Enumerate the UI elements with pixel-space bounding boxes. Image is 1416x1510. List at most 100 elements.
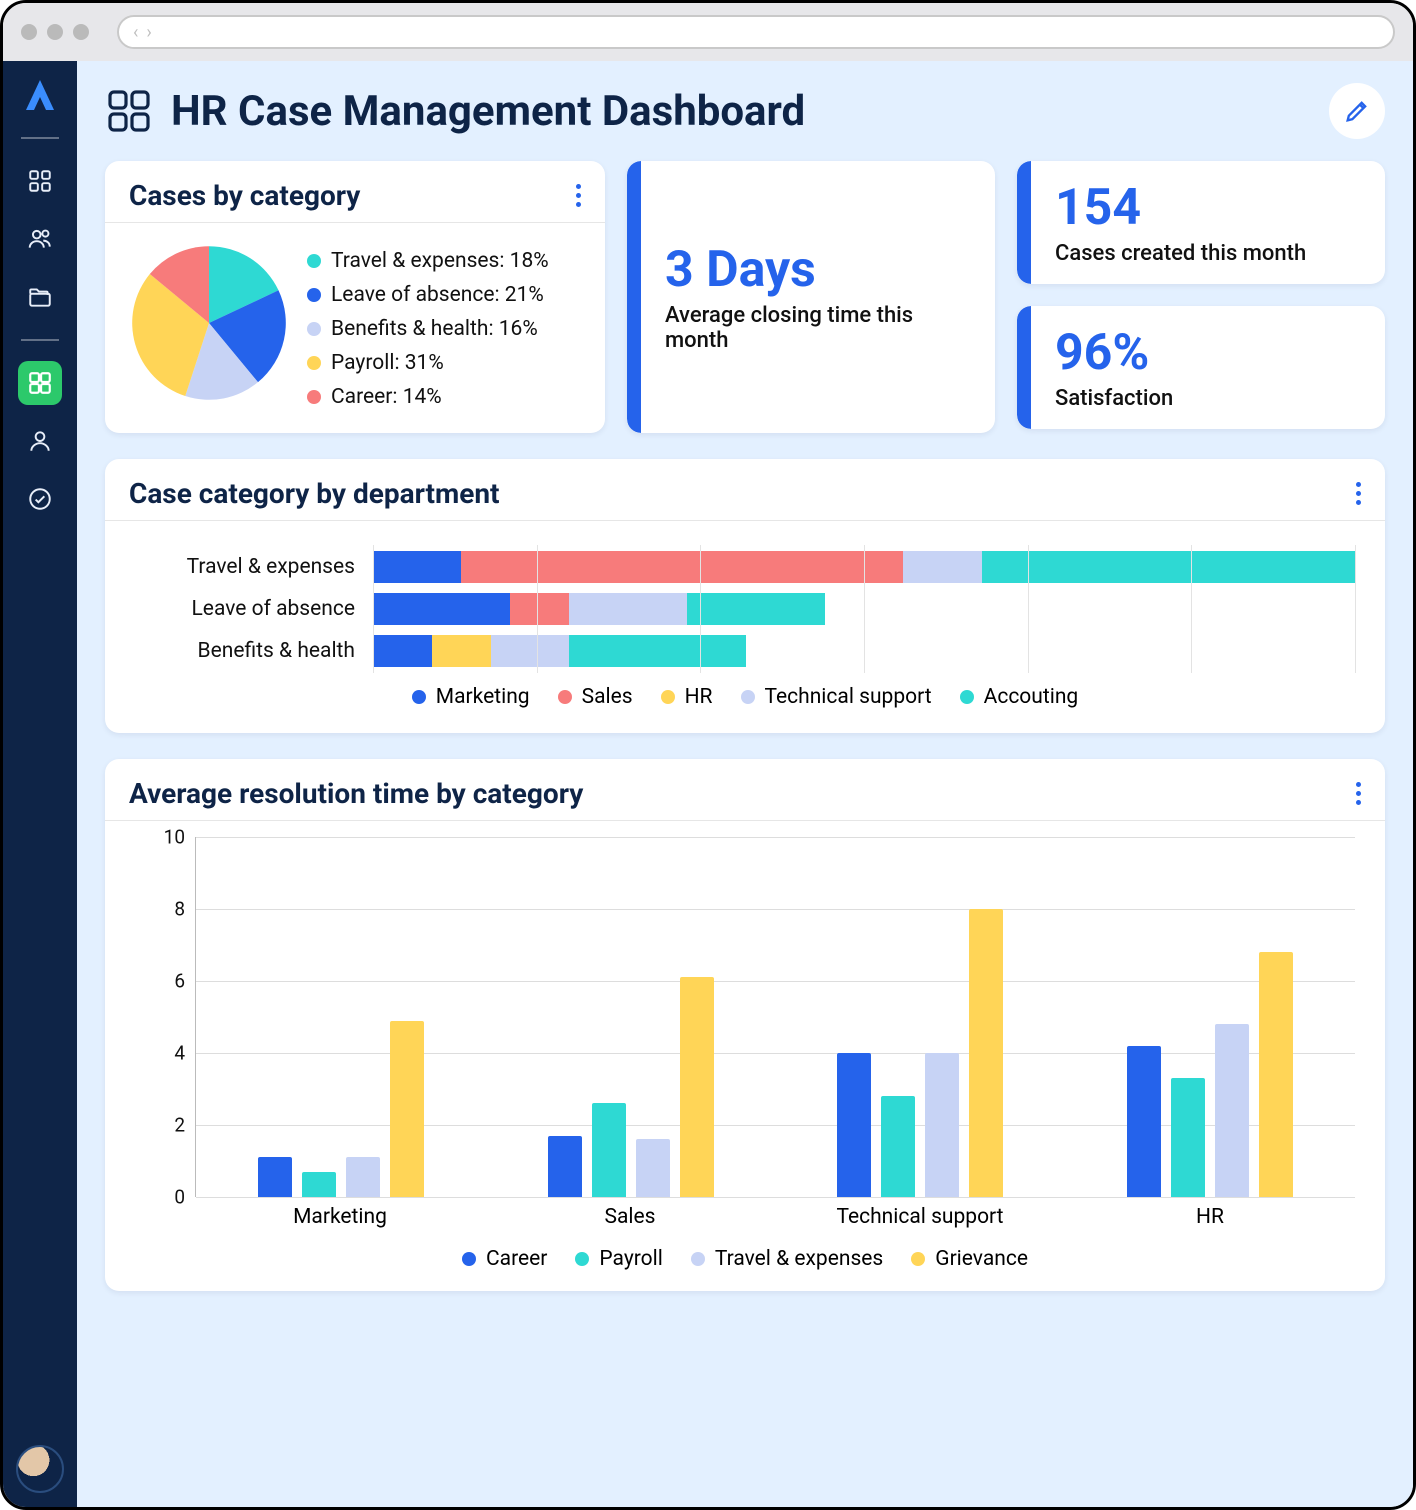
browser-chrome: ‹ ›: [3, 3, 1413, 61]
y-tick: 8: [174, 898, 185, 921]
bar-track: [373, 593, 1355, 625]
nav-back-icon[interactable]: ‹: [133, 22, 138, 43]
legend-swatch: [911, 1252, 925, 1266]
bar-segment: [373, 593, 510, 625]
app-body: HR Case Management Dashboard Cases by ca…: [3, 61, 1413, 1507]
legend-item: Marketing: [412, 685, 530, 709]
legend-item: Benefits & health: 16%: [307, 317, 549, 341]
legend-item: Payroll: 31%: [307, 351, 549, 375]
bar: [881, 1096, 915, 1197]
legend-label: Sales: [582, 685, 633, 709]
cases-created-card: 154 Cases created this month: [1017, 161, 1385, 284]
legend-swatch: [307, 390, 321, 404]
sidebar-separator: [21, 137, 59, 139]
bar-segment: [903, 551, 982, 583]
bar: [837, 1053, 871, 1197]
metric-label: Satisfaction: [1055, 386, 1361, 411]
metric-value: 154: [1055, 179, 1361, 237]
legend-label: Travel & expenses: [715, 1247, 883, 1271]
legend-item: Technical support: [741, 685, 932, 709]
bar: [680, 977, 714, 1197]
legend-swatch: [558, 690, 572, 704]
y-tick: 0: [174, 1186, 185, 1209]
legend-label: Benefits & health: 16%: [331, 317, 538, 341]
bar-segment: [373, 551, 461, 583]
metrics-column: 154 Cases created this month 96% Satisfa…: [1017, 161, 1385, 433]
window-close-dot[interactable]: [21, 24, 37, 40]
legend-label: Career: [486, 1247, 547, 1271]
url-bar[interactable]: ‹ ›: [117, 15, 1395, 49]
legend-label: Leave of absence: 21%: [331, 283, 544, 307]
metric-value: 96%: [1055, 324, 1361, 382]
window-controls: [21, 24, 89, 40]
cases-by-category-card: Cases by category Travel & expenses: 18%…: [105, 161, 605, 433]
legend-swatch: [307, 288, 321, 302]
x-tick: Sales: [485, 1197, 775, 1229]
main-content: HR Case Management Dashboard Cases by ca…: [77, 61, 1413, 1507]
bar-group: [196, 837, 486, 1197]
sidebar-item-tasks[interactable]: [18, 477, 62, 521]
sidebar-item-folders[interactable]: [18, 275, 62, 319]
sidebar-item-profile[interactable]: [18, 419, 62, 463]
legend-item: Leave of absence: 21%: [307, 283, 549, 307]
sidebar-separator: [21, 339, 59, 341]
bar-segment: [432, 635, 491, 667]
legend-swatch: [307, 356, 321, 370]
y-tick: 2: [174, 1114, 185, 1137]
legend-item: Grievance: [911, 1247, 1028, 1271]
bar-segment: [569, 593, 687, 625]
legend-label: Payroll: [599, 1247, 662, 1271]
bar: [1259, 952, 1293, 1197]
bar-segment: [491, 635, 570, 667]
legend-swatch: [691, 1252, 705, 1266]
legend-label: Marketing: [436, 685, 530, 709]
legend-label: Travel & expenses: 18%: [331, 249, 549, 273]
legend-swatch: [307, 254, 321, 268]
dashboard-icon: [105, 87, 153, 135]
edit-button[interactable]: [1329, 83, 1385, 139]
legend-label: HR: [685, 685, 713, 709]
y-tick: 4: [174, 1042, 185, 1065]
bar: [390, 1021, 424, 1197]
card-menu-button[interactable]: [1356, 782, 1361, 805]
bar-segment: [373, 635, 432, 667]
window-max-dot[interactable]: [73, 24, 89, 40]
legend-item: Travel & expenses: 18%: [307, 249, 549, 273]
legend-swatch: [462, 1252, 476, 1266]
sidebar-item-dashboard[interactable]: [18, 361, 62, 405]
app-logo-icon[interactable]: [19, 75, 61, 117]
nav-forward-icon[interactable]: ›: [146, 22, 151, 43]
pie-chart: [129, 243, 289, 403]
bar: [1127, 1046, 1161, 1197]
bar-segment: [687, 593, 824, 625]
legend-item: Career: [462, 1247, 547, 1271]
card-menu-button[interactable]: [576, 184, 581, 207]
legend-item: Payroll: [575, 1247, 662, 1271]
bar-segment: [982, 551, 1355, 583]
legend-swatch: [661, 690, 675, 704]
legend-swatch: [307, 322, 321, 336]
accent-bar: [1017, 161, 1031, 284]
x-axis-labels: MarketingSalesTechnical supportHR: [195, 1197, 1355, 1229]
bar-track: [373, 551, 1355, 583]
dept-card: Case category by department Travel & exp…: [105, 459, 1385, 733]
bar-label: Travel & expenses: [135, 555, 355, 579]
legend-swatch: [741, 690, 755, 704]
satisfaction-card: 96% Satisfaction: [1017, 306, 1385, 429]
accent-bar: [1017, 306, 1031, 429]
sidebar-item-people[interactable]: [18, 217, 62, 261]
stacked-bar-chart: Travel & expensesLeave of absenceBenefit…: [135, 551, 1355, 667]
bar-group: [486, 837, 776, 1197]
legend-label: Career: 14%: [331, 385, 442, 409]
sidebar-item-apps[interactable]: [18, 159, 62, 203]
x-tick: Technical support: [775, 1197, 1065, 1229]
bar-label: Benefits & health: [135, 639, 355, 663]
legend-label: Grievance: [935, 1247, 1028, 1271]
card-menu-button[interactable]: [1356, 482, 1361, 505]
user-avatar[interactable]: [16, 1445, 64, 1493]
window-min-dot[interactable]: [47, 24, 63, 40]
bar-track: [373, 635, 1355, 667]
bar: [969, 909, 1003, 1197]
legend-item: Travel & expenses: [691, 1247, 883, 1271]
app-window: ‹ ›: [0, 0, 1416, 1510]
